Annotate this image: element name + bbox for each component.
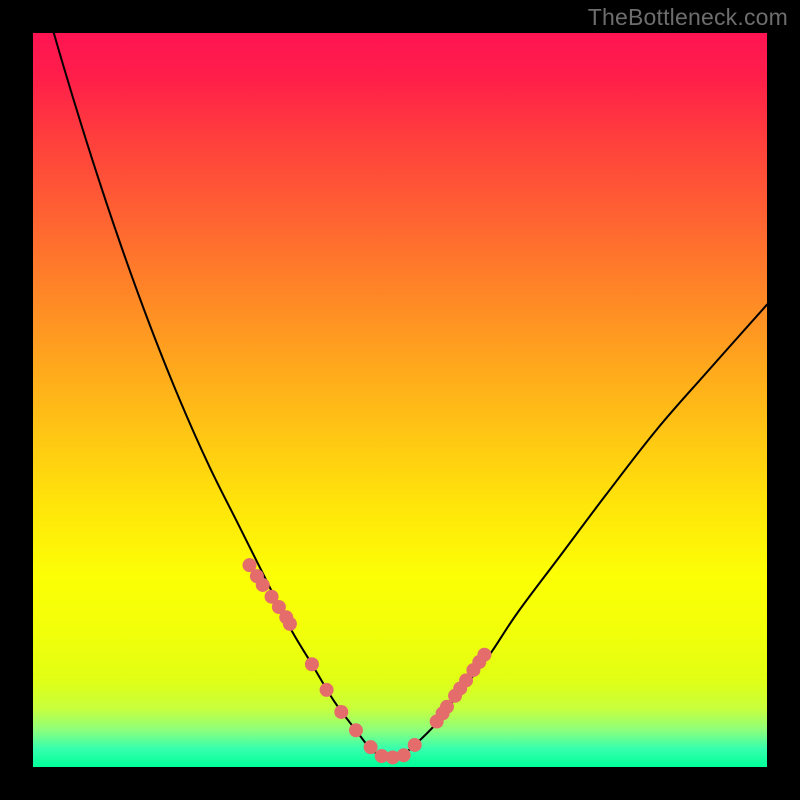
data-dot [408, 738, 422, 752]
data-dot [349, 723, 363, 737]
watermark-text: TheBottleneck.com [588, 4, 788, 31]
plot-area [33, 33, 767, 767]
curve-svg [33, 33, 767, 767]
chart-frame: TheBottleneck.com [0, 0, 800, 800]
data-dot [320, 683, 334, 697]
data-dot [283, 617, 297, 631]
data-dot [364, 740, 378, 754]
data-dot [334, 705, 348, 719]
bottleneck-curve [33, 33, 767, 759]
data-dot [305, 657, 319, 671]
data-dot [256, 578, 270, 592]
data-dot [397, 748, 411, 762]
data-dots [243, 558, 492, 764]
data-dot [477, 648, 491, 662]
